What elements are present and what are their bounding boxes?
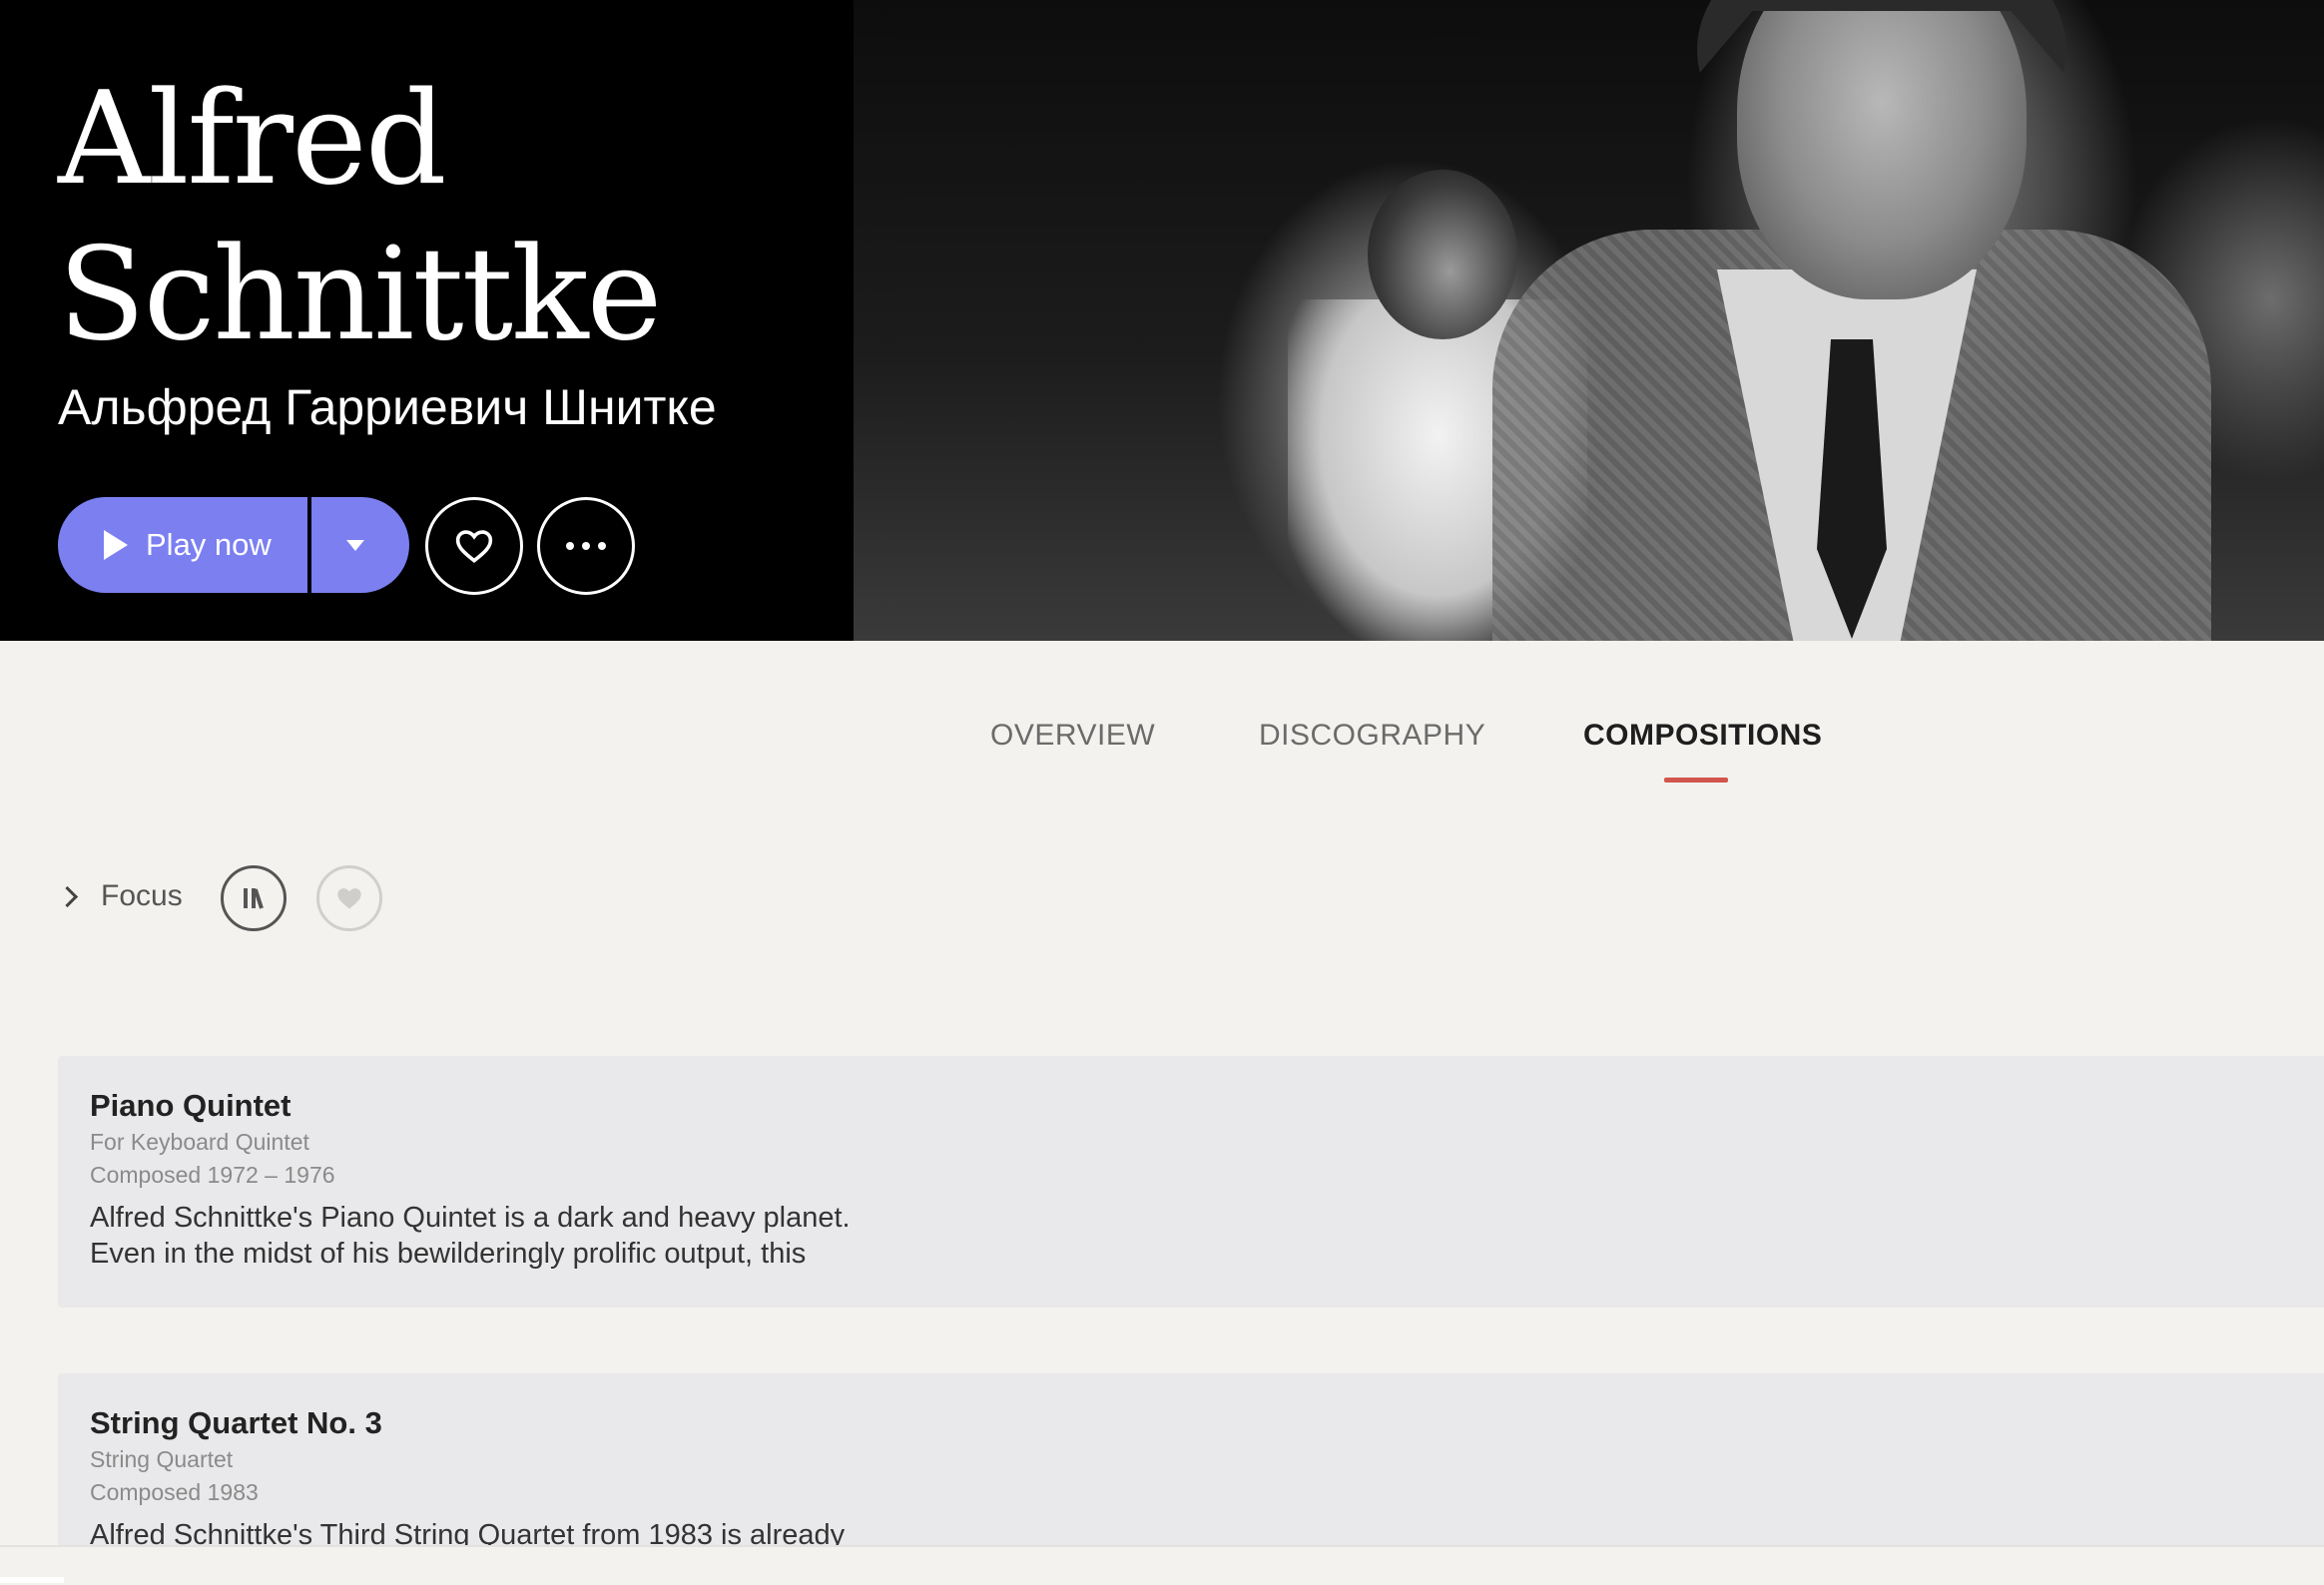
tab-overview[interactable]: OVERVIEW [990,719,1155,753]
composition-description: Alfred Schnittke's Piano Quintet is a da… [90,1202,851,1270]
artist-name-line1: Alfred [58,65,447,214]
tab-compositions[interactable]: COMPOSITIONS [1583,719,1822,753]
composition-title: Piano Quintet [90,1088,291,1123]
player-bar [0,1545,2324,1585]
artist-hero: Alfred Schnittke Альфред Гарриевич Шнитке… [0,0,2324,641]
artist-name-line2: Schnittke [58,221,662,369]
favorite-filter-button[interactable] [316,865,382,931]
composition-card[interactable]: Piano Quintet For Keyboard Quintet Compo… [58,1056,2324,1308]
heart-filled-icon [337,888,361,909]
composition-date: Composed 1983 [90,1479,259,1505]
artist-name: Alfred Schnittke [58,62,662,373]
play-options-button[interactable] [311,497,409,593]
composition-form: String Quartet [90,1446,234,1472]
composition-form: For Keyboard Quintet [90,1129,309,1155]
artist-tabs: OVERVIEW DISCOGRAPHY COMPOSITIONS [0,719,2324,789]
favorite-artist-button[interactable] [425,497,523,595]
play-icon [104,530,128,560]
tab-discography[interactable]: DISCOGRAPHY [1259,719,1485,753]
play-now-label: Play now [146,527,272,562]
more-options-button[interactable] [537,497,635,595]
focus-label: Focus [101,879,183,912]
heart-icon [455,530,493,564]
artist-native-name: Альфред Гарриевич Шнитке [58,379,717,435]
player-bar-tab [0,1577,64,1583]
ellipsis-icon [566,542,606,550]
play-now-button[interactable]: Play now [58,497,307,593]
caret-down-icon [346,539,364,551]
active-tab-indicator [1664,778,1728,783]
chevron-right-icon [56,885,79,907]
focus-toggle[interactable]: Focus [56,876,183,916]
composition-title: String Quartet No. 3 [90,1405,382,1440]
photo-detail [1737,0,2027,299]
composition-date: Composed 1972 – 1976 [90,1162,335,1188]
play-button-group: Play now [58,497,409,593]
library-filter-button[interactable] [221,865,287,931]
photo-detail [1368,170,1517,339]
library-icon [244,888,264,909]
